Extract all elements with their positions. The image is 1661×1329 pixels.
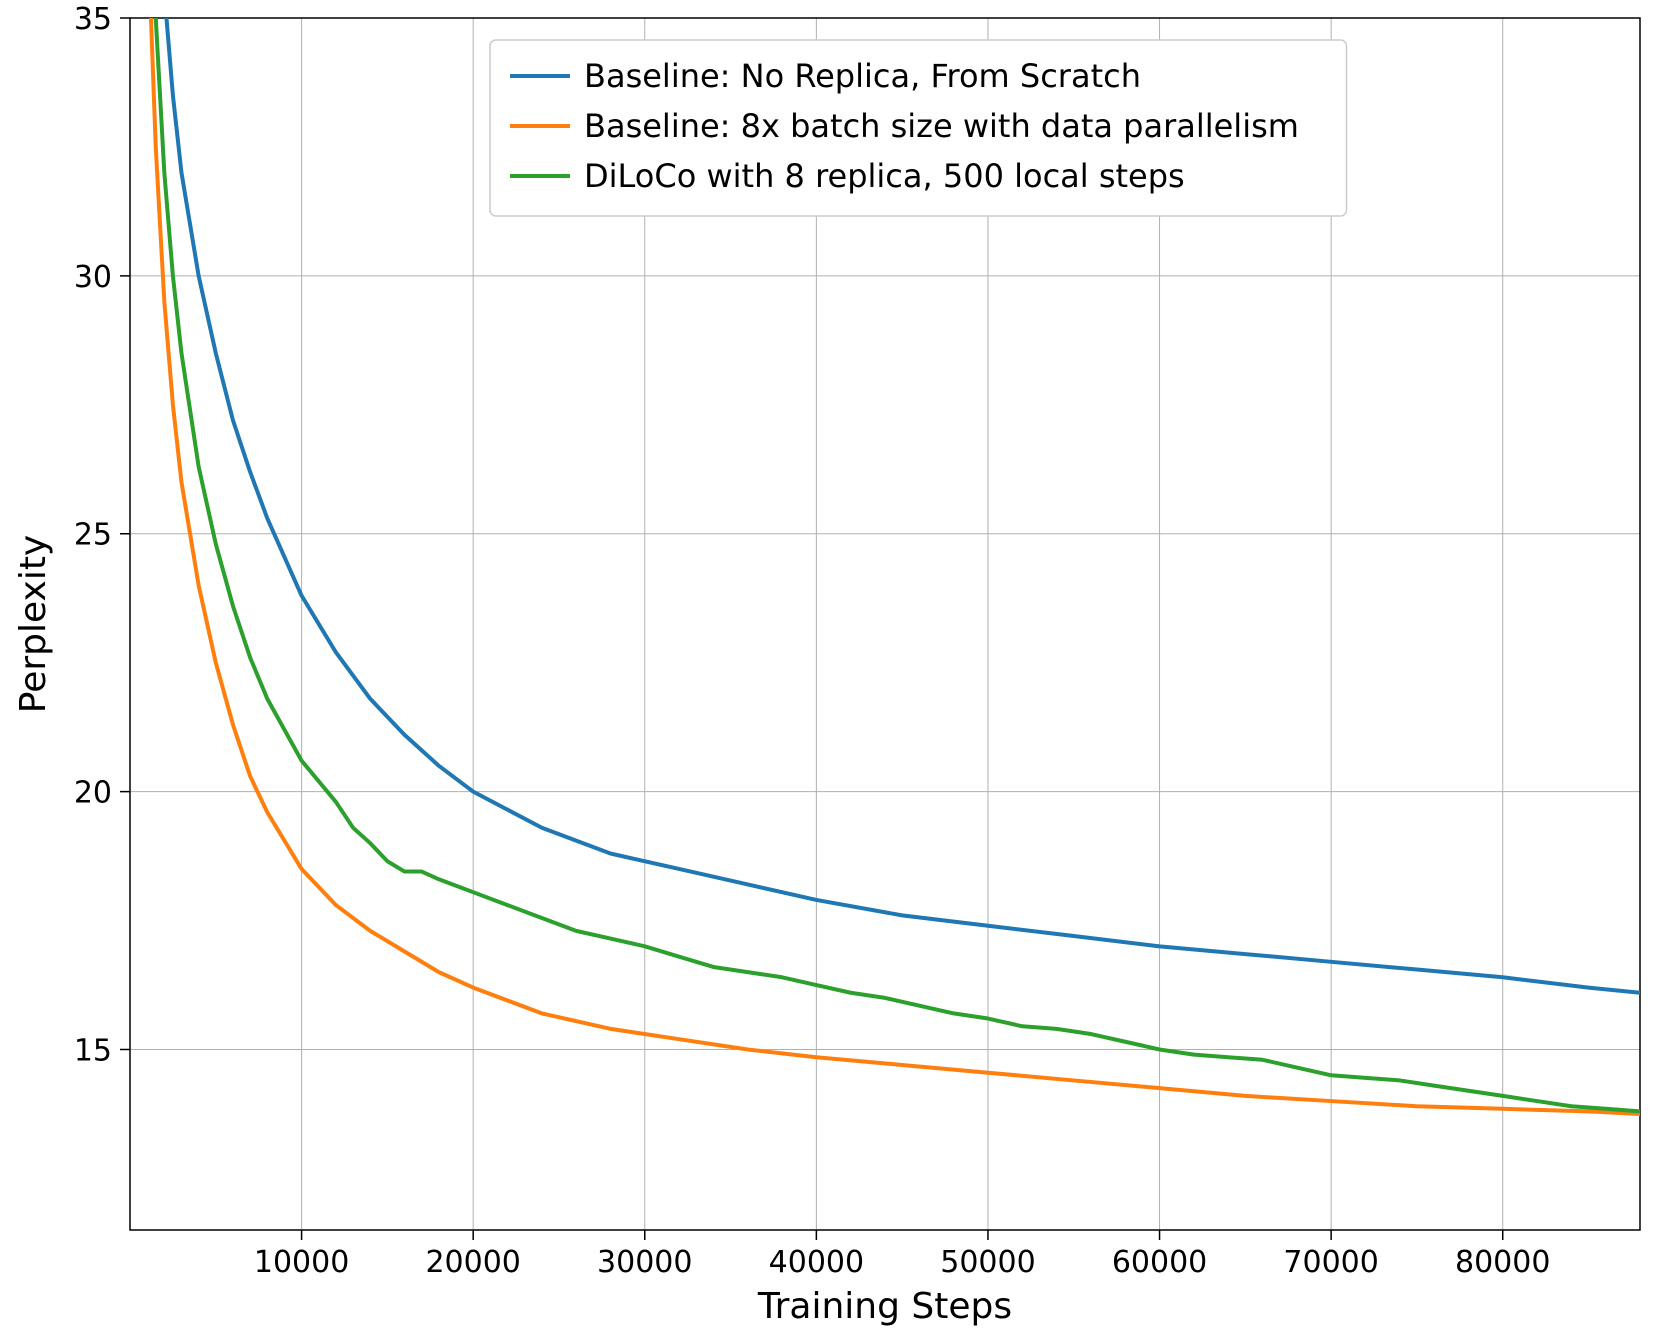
legend-label: DiLoCo with 8 replica, 500 local steps <box>584 157 1185 195</box>
y-tick-label: 20 <box>74 776 112 811</box>
chart-container: 10000 20000 30000 40000 50000 60000 70000 80000… <box>0 0 1661 1329</box>
y-tick-label: 30 <box>74 260 112 295</box>
x-axis-label: Training Steps <box>757 1286 1012 1327</box>
x-tick-label: 70000 <box>1283 1245 1378 1280</box>
x-tick-label: 20000 <box>425 1245 520 1280</box>
x-tick-label: 30000 <box>597 1245 692 1280</box>
legend-label: Baseline: No Replica, From Scratch <box>584 57 1141 95</box>
y-axis-label: Perplexity <box>13 535 54 713</box>
x-tick-label: 40000 <box>769 1245 864 1280</box>
y-tick-label: 15 <box>74 1033 112 1068</box>
y-tick-label: 25 <box>74 518 112 553</box>
legend-label: Baseline: 8x batch size with data parall… <box>584 107 1299 145</box>
legend: Baseline: No Replica, From Scratch Baseli… <box>490 40 1347 216</box>
x-tick-label: 60000 <box>1112 1245 1207 1280</box>
x-tick-label: 10000 <box>254 1245 349 1280</box>
y-tick-label: 35 <box>74 2 112 37</box>
line-chart: 10000 20000 30000 40000 50000 60000 70000 80000… <box>0 0 1661 1329</box>
x-tick-label: 80000 <box>1455 1245 1550 1280</box>
x-tick-label: 50000 <box>940 1245 1035 1280</box>
